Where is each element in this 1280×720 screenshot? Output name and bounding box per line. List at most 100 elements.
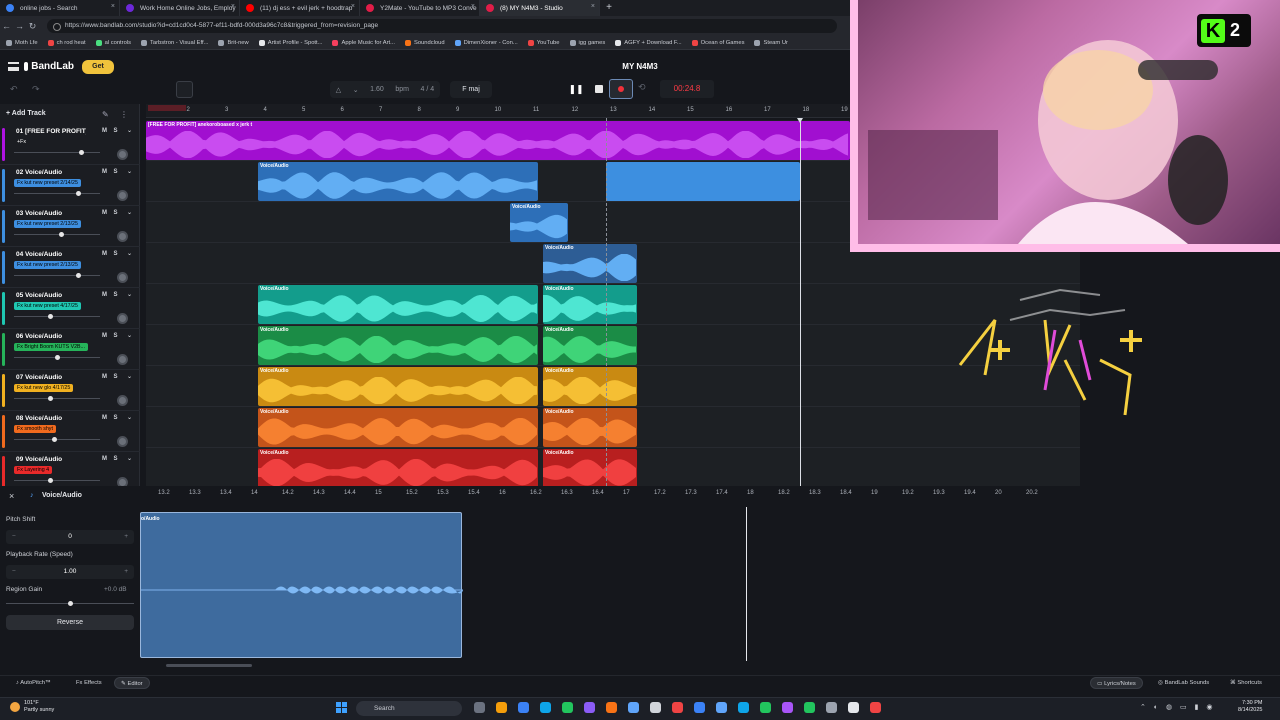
bookmark-item[interactable]: Moth Lfe — [6, 39, 38, 46]
track-lane[interactable]: Voice/Audio Voice/Audio — [146, 448, 1080, 489]
mute-button[interactable]: M — [100, 209, 109, 218]
editor-button[interactable]: ✎ Editor — [114, 677, 150, 689]
track-header[interactable]: 05 Voice/Audio Fx kut new preset 4/17/25 M… — [0, 288, 140, 329]
audio-clip[interactable]: Voice/Audio — [543, 449, 637, 488]
track-name[interactable]: 09 Voice/Audio — [16, 456, 86, 463]
volume-knob[interactable] — [75, 191, 81, 196]
taskbar-app-icon[interactable] — [826, 702, 837, 713]
browser-tab[interactable]: Work Home Online Jobs, Employ × — [120, 0, 240, 16]
taskbar-app-icon[interactable] — [518, 702, 529, 713]
bookmark-item[interactable]: DimenXioner - Con... — [454, 39, 518, 46]
solo-button[interactable]: S — [111, 168, 120, 177]
track-name[interactable]: 04 Voice/Audio — [16, 251, 86, 258]
tab-close-icon[interactable]: × — [351, 3, 355, 10]
solo-button[interactable]: S — [111, 455, 120, 464]
rate-decrease-button[interactable]: − — [12, 565, 16, 579]
key-button[interactable]: F maj — [450, 81, 492, 98]
lyrics-notes-button[interactable]: ▭ Lyrics/Notes — [1090, 677, 1143, 689]
tempo-control[interactable]: △ ⌄ 1.60 bpm 4 / 4 — [330, 81, 440, 98]
add-track-button[interactable]: + Add Track — [6, 110, 46, 117]
project-title[interactable]: MY N4M3 — [600, 62, 680, 71]
bandlab-logo[interactable]: BandLab — [24, 58, 74, 75]
track-fx-badge[interactable]: Fx kut new preset 2/13/25 — [14, 261, 81, 269]
taskbar-app-icon[interactable] — [716, 702, 727, 713]
autopitch-button[interactable]: ♪ AutoPitch™ — [10, 677, 57, 689]
audio-clip[interactable]: Voice/Audio — [258, 326, 538, 365]
track-header[interactable]: 03 Voice/Audio Fx kut new preset 2/13/25 M… — [0, 206, 140, 247]
track-fx-badge[interactable]: Fx kut new glo 4/17/25 — [14, 384, 74, 392]
volume-knob[interactable] — [79, 150, 85, 155]
weather-icon[interactable] — [10, 702, 20, 712]
bookmark-item[interactable]: ch rod heat — [47, 39, 86, 46]
filter-icon[interactable]: ⋮ — [120, 110, 128, 119]
track-name[interactable]: 08 Voice/Audio — [16, 415, 86, 422]
browser-tab[interactable]: (8) MY N4M3 - Studio × — [480, 0, 600, 16]
solo-button[interactable]: S — [111, 291, 120, 300]
chevron-down-icon[interactable]: ⌄ — [125, 373, 134, 382]
bpm-value[interactable]: 1.60 — [370, 86, 384, 93]
pan-knob[interactable] — [117, 272, 128, 283]
start-button[interactable] — [336, 702, 348, 714]
pitch-shift-stepper[interactable]: − 0 + — [6, 530, 134, 544]
volume-slider[interactable] — [14, 234, 100, 235]
pitch-shift-value[interactable]: 0 — [68, 533, 72, 540]
loop-icon[interactable]: ⟲ — [638, 82, 646, 93]
audio-clip[interactable]: [FREE FOR PROFIT] anekoroboased x jerk t — [146, 121, 850, 160]
volume-slider[interactable] — [14, 275, 100, 276]
track-fx-badge[interactable]: Fx kut new preset 2/13/25 — [14, 220, 81, 228]
stop-button[interactable] — [590, 80, 608, 98]
pan-knob[interactable] — [117, 477, 128, 486]
taskbar-app-icon[interactable] — [760, 702, 771, 713]
volume-knob[interactable] — [52, 437, 58, 442]
mute-button[interactable]: M — [100, 127, 109, 136]
loop-region-marker[interactable] — [148, 105, 186, 111]
track-lane[interactable]: Voice/Audio Voice/Audio — [146, 325, 1080, 366]
mute-button[interactable]: M — [100, 414, 109, 423]
chevron-down-icon[interactable]: ⌄ — [353, 86, 359, 94]
track-fx-badge[interactable]: Fx kut new preset 4/17/25 — [14, 302, 81, 310]
playback-rate-value[interactable]: 1.00 — [64, 568, 77, 575]
bookmark-item[interactable]: Apple Music for Art... — [332, 39, 395, 46]
track-name[interactable]: 06 Voice/Audio — [16, 333, 86, 340]
solo-button[interactable]: S — [111, 250, 120, 259]
pitch-increase-button[interactable]: + — [124, 530, 128, 544]
metronome-icon[interactable]: △ — [336, 86, 341, 94]
timeline-ruler[interactable]: 12345678910111213141516171819 — [146, 104, 850, 118]
track-name[interactable]: 05 Voice/Audio — [16, 292, 86, 299]
track-name[interactable]: 02 Voice/Audio — [16, 169, 86, 176]
audio-clip[interactable]: Voice/Audio — [258, 285, 538, 324]
menu-icon[interactable] — [8, 62, 19, 71]
save-icon[interactable] — [176, 81, 193, 98]
audio-clip[interactable]: Voice/Audio — [543, 244, 637, 283]
chevron-down-icon[interactable]: ⌄ — [125, 250, 134, 259]
taskbar-clock[interactable]: 7:30 PM 8/14/2025 — [1238, 700, 1262, 714]
track-lane[interactable]: Voice/Audio Voice/Audio — [146, 407, 1080, 448]
bookmark-item[interactable]: Artist Profile - Spott... — [258, 39, 322, 46]
editor-ruler[interactable]: 13.2 13.3 13.4 14 14.2 14.3 14.4 15 15.2 15.3 15.4… — [146, 486, 1080, 500]
taskbar-app-icon[interactable] — [628, 702, 639, 713]
editor-region[interactable]: o/Audio — [140, 512, 463, 658]
volume-slider[interactable] — [14, 152, 100, 153]
track-header[interactable]: 09 Voice/Audio Fx Layering 4 M S ⌄ — [0, 452, 140, 486]
bookmark-item[interactable]: Steam Ur — [754, 39, 788, 46]
back-icon[interactable]: ← — [0, 21, 13, 31]
pan-knob[interactable] — [117, 190, 128, 201]
bookmark-item[interactable]: al controls — [95, 39, 131, 46]
mute-button[interactable]: M — [100, 168, 109, 177]
taskbar-app-icon[interactable] — [694, 702, 705, 713]
volume-slider[interactable] — [14, 480, 100, 481]
taskbar-app-icon[interactable] — [606, 702, 617, 713]
pan-knob[interactable] — [117, 231, 128, 242]
taskbar-app-icon[interactable] — [804, 702, 815, 713]
mute-button[interactable]: M — [100, 373, 109, 382]
chevron-down-icon[interactable]: ⌄ — [125, 291, 134, 300]
forward-icon[interactable]: → — [13, 21, 26, 31]
audio-clip[interactable]: Voice/Audio — [258, 408, 538, 447]
pitch-decrease-button[interactable]: − — [12, 530, 16, 544]
taskbar-app-icon[interactable] — [496, 702, 507, 713]
audio-clip[interactable]: Voice/Audio — [258, 162, 538, 201]
volume-knob[interactable] — [48, 314, 54, 319]
pan-knob[interactable] — [117, 395, 128, 406]
chevron-down-icon[interactable]: ⌄ — [125, 414, 134, 423]
volume-knob[interactable] — [48, 478, 54, 483]
